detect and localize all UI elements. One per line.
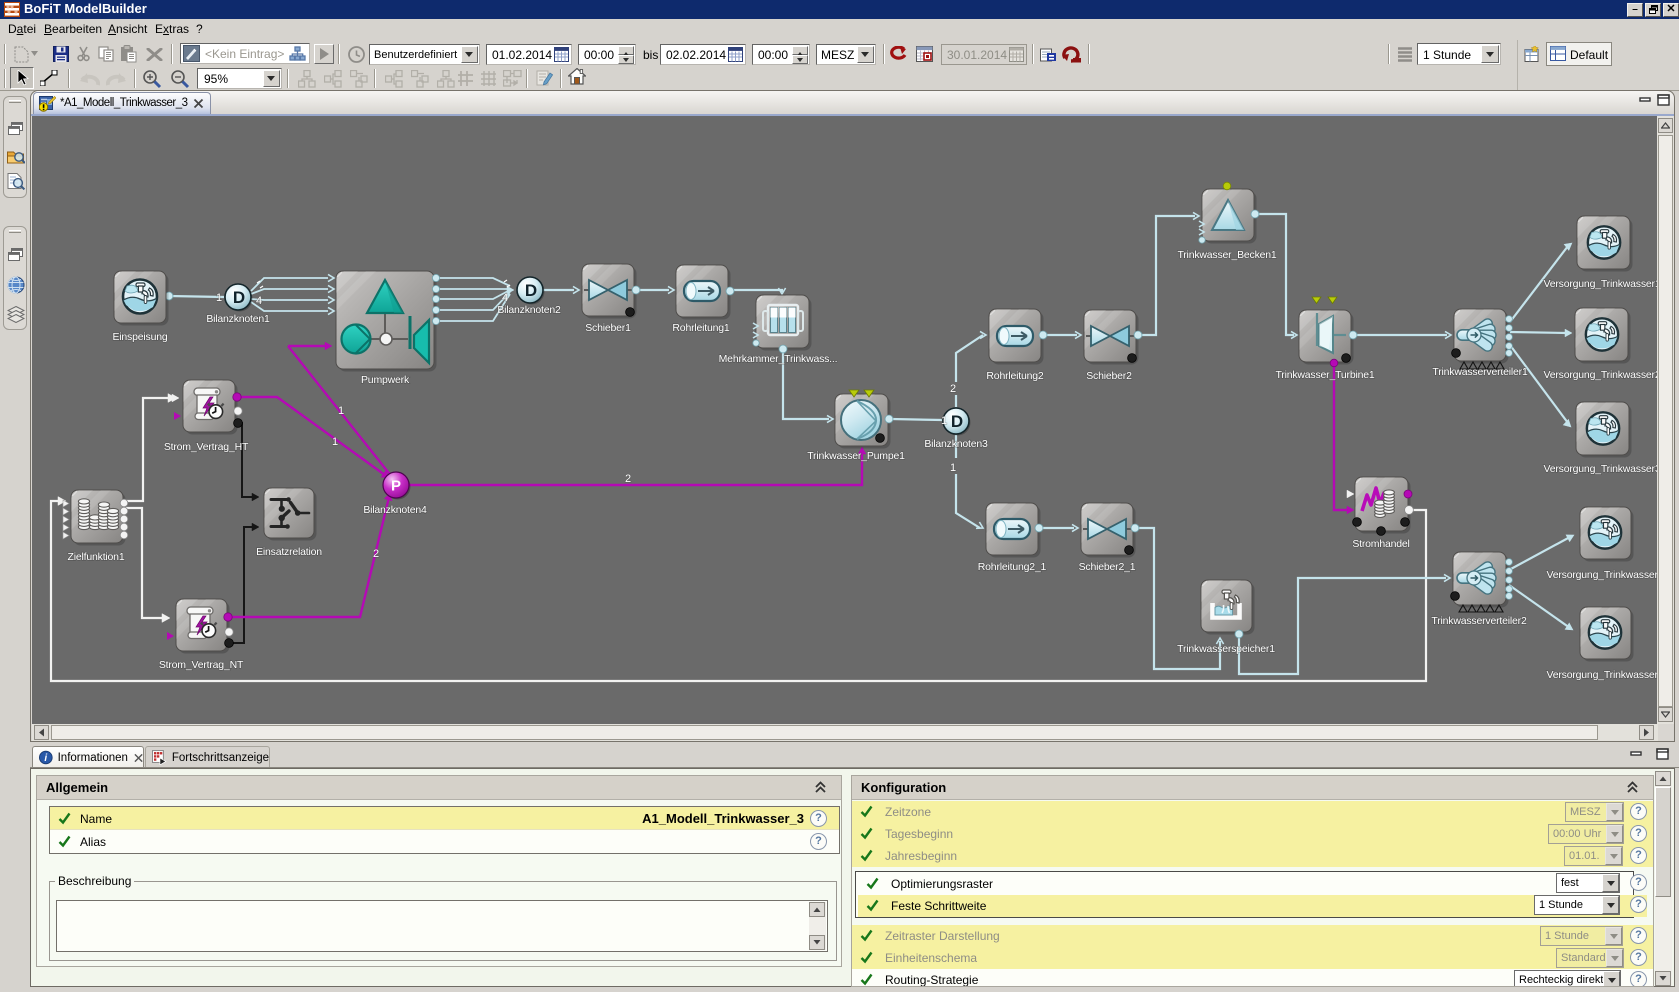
svg-text:4: 4 [256,295,262,307]
svg-text:Versorgung_Trinkwasser1: Versorgung_Trinkwasser1 [1544,278,1658,290]
svg-text:Schieber1: Schieber1 [585,322,631,334]
svg-text:Trinkwasserspeicher1: Trinkwasserspeicher1 [1177,643,1275,655]
svg-text:i: i [44,753,47,764]
svg-text:1: 1 [950,462,956,474]
svg-text:Schieber2_1: Schieber2_1 [1079,561,1136,573]
svg-text:Bilanzknoten3: Bilanzknoten3 [924,438,988,450]
svg-text:Einsatzrelation: Einsatzrelation [256,546,322,558]
svg-text:Rohrleitung1: Rohrleitung1 [672,322,729,334]
svg-text:P: P [391,478,401,495]
svg-text:1: 1 [216,292,222,304]
svg-text:Bilanzknoten4: Bilanzknoten4 [363,504,427,516]
svg-text:Strom_Vertrag_HT: Strom_Vertrag_HT [164,441,249,453]
svg-text:Trinkwasserverteiler2: Trinkwasserverteiler2 [1431,615,1527,627]
svg-text:2: 2 [950,383,956,395]
svg-text:Versorgung_Trinkwasser3: Versorgung_Trinkwasser3 [1544,463,1658,475]
svg-text:1: 1 [332,436,338,448]
svg-text:Pumpwerk: Pumpwerk [361,374,410,386]
svg-text:D: D [525,281,537,300]
svg-text:4: 4 [502,292,508,304]
svg-text:2: 2 [373,548,379,560]
svg-text:Trinkwasser_Pumpe1: Trinkwasser_Pumpe1 [807,450,905,462]
svg-text:Rohrleitung2_1: Rohrleitung2_1 [978,561,1047,573]
svg-text:2: 2 [625,473,631,485]
svg-text:Strom_Vertrag_NT: Strom_Vertrag_NT [159,659,244,671]
svg-text:Versorgung_Trinkwasser5: Versorgung_Trinkwasser5 [1547,669,1658,681]
svg-text:Rohrleitung2: Rohrleitung2 [986,370,1043,382]
svg-text:Bilanzknoten1: Bilanzknoten1 [206,313,270,325]
svg-text:Trinkwasserverteiler1: Trinkwasserverteiler1 [1432,366,1528,378]
svg-text:Trinkwasser_Turbine1: Trinkwasser_Turbine1 [1275,369,1374,381]
svg-text:Versorgung_Trinkwasser2: Versorgung_Trinkwasser2 [1544,369,1658,381]
svg-text:Stromhandel: Stromhandel [1352,538,1409,550]
svg-text:Schieber2: Schieber2 [1086,370,1132,382]
svg-text:Mehrkammer_Trinkwass...: Mehrkammer_Trinkwass... [719,353,838,365]
svg-text:1: 1 [338,405,344,417]
svg-text:1: 1 [941,415,947,427]
svg-text:Zielfunktion1: Zielfunktion1 [68,551,125,563]
svg-text:D: D [233,288,245,307]
svg-text:Trinkwasser_Becken1: Trinkwasser_Becken1 [1177,249,1276,261]
svg-text:D: D [951,412,963,431]
svg-text:Bilanzknoten2: Bilanzknoten2 [497,304,561,316]
svg-text:Versorgung_Trinkwasser4: Versorgung_Trinkwasser4 [1547,569,1658,581]
svg-text:Einspeisung: Einspeisung [112,331,167,343]
